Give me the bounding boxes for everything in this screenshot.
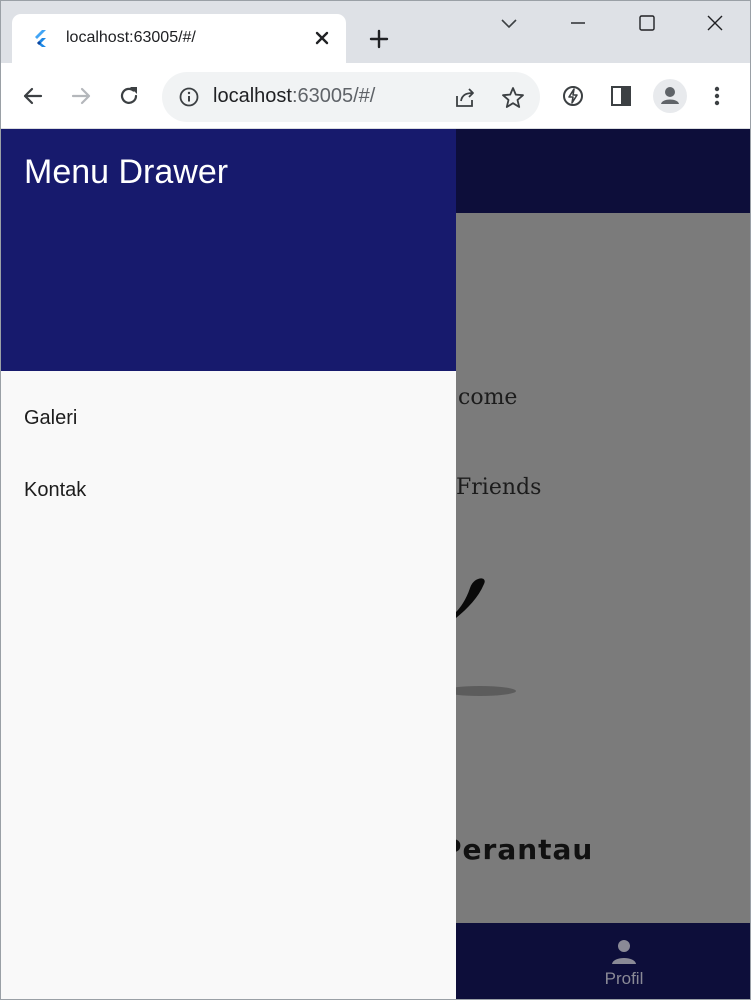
welcome-line-1: come (458, 385, 518, 410)
forward-icon[interactable] (68, 83, 94, 109)
drawer-item-kontak[interactable]: Kontak (1, 455, 456, 527)
welcome-illustration (456, 578, 516, 696)
reload-icon[interactable] (116, 83, 142, 109)
extension-icon[interactable] (560, 83, 586, 109)
back-icon[interactable] (20, 83, 46, 109)
drawer-item-galeri[interactable]: Galeri (1, 383, 456, 455)
bookmark-star-icon[interactable] (500, 85, 526, 111)
url-path: :63005/#/ (291, 85, 376, 107)
more-menu-icon[interactable] (704, 83, 730, 109)
person-icon (612, 940, 636, 964)
maximize-icon[interactable] (635, 11, 659, 35)
person-icon (661, 87, 679, 104)
drawer-item-label: Kontak (24, 479, 87, 501)
drawer-title: Menu Drawer (24, 153, 229, 191)
tab-title: localhost:63005/#/ (66, 29, 196, 46)
menu-drawer: Menu Drawer Galeri Kontak (1, 129, 456, 999)
browser-window: localhost:63005/#/ localhost:63005/#/ co… (0, 0, 751, 1000)
side-panel-icon[interactable] (608, 83, 634, 109)
close-tab-icon[interactable] (312, 28, 332, 48)
drawer-header: Menu Drawer (1, 129, 456, 371)
address-bar[interactable]: localhost:63005/#/ (162, 72, 540, 122)
nav-profil-label: Profil (604, 969, 644, 988)
browser-tab[interactable]: localhost:63005/#/ (12, 14, 346, 64)
app-page: come Friends Perantau Profil Menu Drawer (1, 129, 750, 999)
brand-title: Perantau (441, 833, 594, 866)
flutter-icon (35, 30, 46, 47)
url-host: localhost (213, 85, 292, 107)
nav-item-profil[interactable]: Profil (591, 937, 657, 997)
share-icon[interactable] (452, 85, 478, 111)
welcome-text: come Friends (456, 323, 541, 563)
url-text[interactable]: localhost:63005/#/ (213, 85, 375, 108)
welcome-line-2: Friends (456, 475, 542, 500)
tab-strip: localhost:63005/#/ (1, 1, 750, 64)
drawer-item-label: Galeri (24, 407, 78, 429)
profile-avatar[interactable] (653, 79, 687, 113)
site-info-icon[interactable] (178, 86, 200, 108)
browser-toolbar: localhost:63005/#/ (1, 63, 750, 129)
close-window-icon[interactable] (703, 11, 727, 35)
new-tab-icon[interactable] (367, 27, 391, 51)
tab-search-icon[interactable] (497, 11, 521, 35)
minimize-icon[interactable] (566, 11, 590, 35)
